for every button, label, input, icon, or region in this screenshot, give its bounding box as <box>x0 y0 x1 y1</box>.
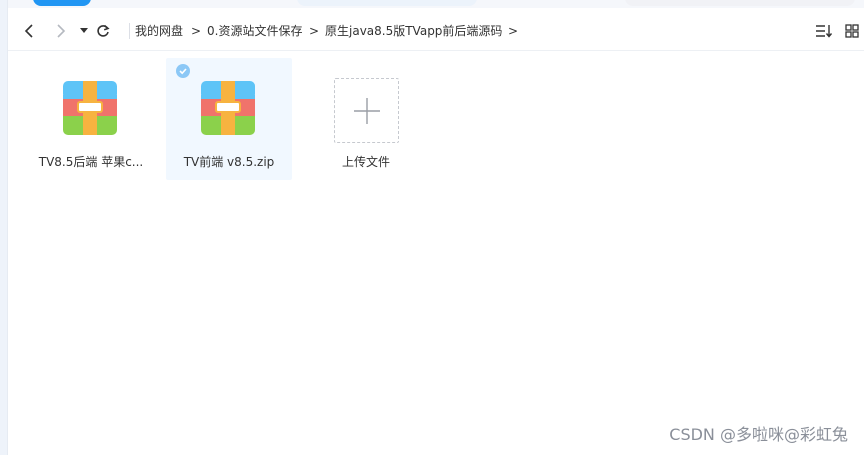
zip-archive-icon <box>201 81 255 135</box>
selected-check-icon[interactable] <box>176 64 190 78</box>
refresh-icon <box>97 24 110 37</box>
grid-view-icon <box>845 24 859 38</box>
breadcrumb-item-folder[interactable]: 0.资源站文件保存 <box>207 23 302 39</box>
chevron-right-icon <box>57 24 66 38</box>
breadcrumb-separator: > <box>508 24 519 38</box>
forward-button[interactable] <box>50 21 70 41</box>
refresh-button[interactable] <box>93 21 113 41</box>
upload-label: 上传文件 <box>341 155 390 169</box>
search-bar[interactable] <box>297 0 477 6</box>
left-sidebar-edge <box>0 0 8 455</box>
caret-down-icon <box>80 28 88 33</box>
primary-action-button[interactable] <box>33 0 91 6</box>
file-item[interactable]: TV8.5后端 苹果c... <box>28 58 154 180</box>
breadcrumb-separator: > <box>309 24 320 38</box>
file-name: TV8.5后端 苹果c... <box>38 155 144 169</box>
history-dropdown-button[interactable] <box>74 21 94 41</box>
navigation-toolbar: 我的网盘 > 0.资源站文件保存 > 原生java8.5版TVapp前后端源码 … <box>8 12 864 51</box>
watermark: CSDN @多啦咪@彩虹兔 <box>669 425 848 444</box>
file-manager-window: 我的网盘 > 0.资源站文件保存 > 原生java8.5版TVapp前后端源码 … <box>0 0 864 455</box>
zip-archive-icon <box>63 81 117 135</box>
chevron-left-icon <box>24 24 33 38</box>
back-button[interactable] <box>20 21 40 41</box>
breadcrumb-item-root[interactable]: 我的网盘 <box>135 23 183 39</box>
toolbar-divider <box>129 23 130 39</box>
upload-button[interactable] <box>334 78 399 143</box>
breadcrumb-item-current[interactable]: 原生java8.5版TVapp前后端源码 <box>325 23 502 39</box>
file-name: TV前端 v8.5.zip <box>183 155 275 169</box>
sort-icon <box>816 25 833 38</box>
sort-button[interactable] <box>814 21 834 41</box>
plus-icon <box>353 97 380 124</box>
top-strip <box>0 0 864 8</box>
top-right-bar[interactable] <box>625 0 855 6</box>
check-icon <box>179 68 187 75</box>
breadcrumb-separator: > <box>191 24 202 38</box>
file-item-selected[interactable]: TV前端 v8.5.zip <box>166 58 292 180</box>
grid-view-button[interactable] <box>842 21 862 41</box>
